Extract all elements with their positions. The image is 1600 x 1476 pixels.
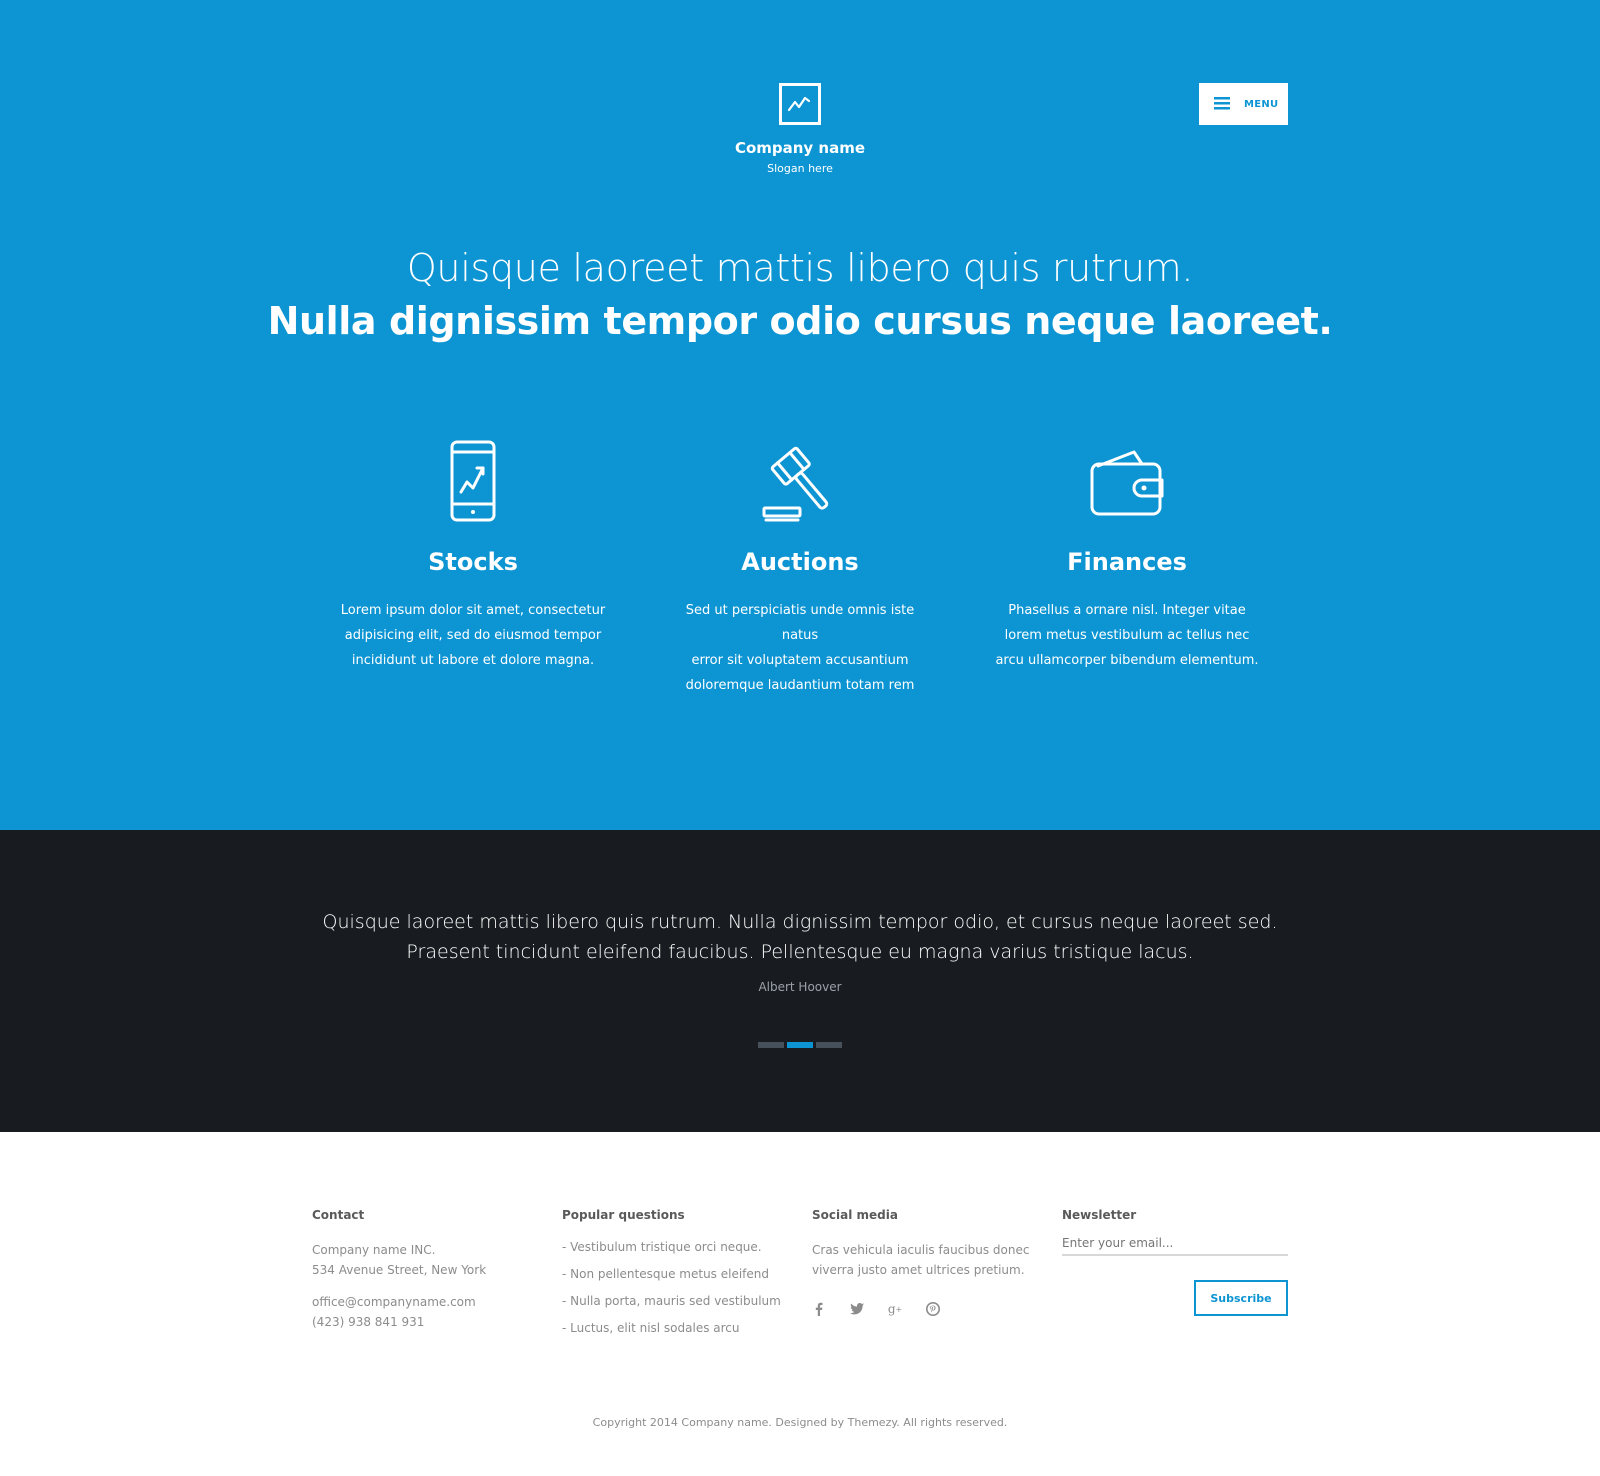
feature-line: Sed ut perspiciatis unde omnis iste natu…	[685, 603, 915, 643]
question-link[interactable]: - Non pellentesque metus eleifend	[562, 1261, 781, 1288]
twitter-icon[interactable]	[850, 1302, 864, 1316]
feature-line: arcu ullamcorper bibendum elementum.	[995, 653, 1259, 668]
contact-address: 534 Avenue Street, New York	[312, 1263, 487, 1277]
question-link[interactable]: - Nulla porta, mauris sed vestibulum	[562, 1288, 781, 1315]
testimonial-line: Praesent tincidunt eleifend faucibus. Pe…	[406, 941, 1194, 963]
slider-pagination	[758, 1042, 842, 1048]
footer-contact: Contact Company name INC. 534 Avenue Str…	[312, 1208, 486, 1332]
slider-dot-3[interactable]	[816, 1042, 842, 1048]
footer-heading: Newsletter	[1062, 1208, 1137, 1222]
hamburger-icon	[1214, 95, 1230, 114]
company-name: Company name	[734, 139, 866, 157]
subscribe-button[interactable]: Subscribe	[1194, 1280, 1288, 1316]
footer-heading: Social media	[812, 1208, 898, 1222]
feature-title: Stocks	[428, 548, 518, 576]
pinterest-icon[interactable]	[926, 1302, 940, 1316]
feature-line: incididunt ut labore et dolore magna.	[351, 653, 595, 668]
footer-heading: Popular questions	[562, 1208, 685, 1222]
slogan: Slogan here	[767, 162, 833, 175]
chart-line-icon[interactable]	[779, 83, 821, 125]
hero-headline-light: Quisque laoreet mattis libero quis rutru…	[406, 246, 1194, 290]
slider-dot-2[interactable]	[787, 1042, 813, 1048]
social-text: Cras vehicula iaculis faucibus donec	[812, 1243, 1030, 1257]
feature-line: lorem metus vestibulum ac tellus nec	[1004, 628, 1250, 643]
feature-description: Lorem ipsum dolor sit amet, consectetur …	[333, 598, 613, 673]
google-plus-icon[interactable]: g +	[888, 1302, 902, 1316]
email-field[interactable]	[1062, 1236, 1288, 1256]
question-link[interactable]: - Luctus, elit nisl sodales arcu	[562, 1315, 781, 1342]
question-link[interactable]: - Vestibulum tristique orci neque.	[562, 1234, 781, 1261]
testimonial-author: Albert Hoover	[758, 980, 842, 994]
footer-questions: Popular questions - Vestibulum tristique…	[562, 1208, 781, 1342]
copyright: Copyright 2014 Company name. Designed by…	[592, 1416, 1008, 1429]
hero-headline-bold: Nulla dignissim tempor odio cursus neque…	[267, 299, 1333, 343]
contact-company: Company name INC.	[312, 1243, 436, 1257]
wallet-icon	[987, 440, 1267, 530]
feature-auctions: Auctions Sed ut perspiciatis unde omnis …	[660, 440, 940, 698]
slider-dot-1[interactable]	[758, 1042, 784, 1048]
feature-description: Sed ut perspiciatis unde omnis iste natu…	[660, 598, 940, 698]
social-text: viverra justo amet ultrices pretium.	[812, 1263, 1025, 1277]
feature-title: Auctions	[741, 548, 859, 576]
feature-stocks: Stocks Lorem ipsum dolor sit amet, conse…	[333, 440, 613, 673]
feature-finances: Finances Phasellus a ornare nisl. Intege…	[987, 440, 1267, 673]
testimonial-text: Quisque laoreet mattis libero quis rutru…	[0, 907, 1600, 967]
gavel-icon	[660, 440, 940, 530]
contact-email[interactable]: office@companyname.com	[312, 1292, 486, 1312]
facebook-icon[interactable]	[812, 1302, 826, 1316]
testimonial-line: Quisque laoreet mattis libero quis rutru…	[322, 911, 1278, 933]
feature-title: Finances	[1067, 548, 1187, 576]
hero-section: Company name Slogan here MENU Quisque la…	[0, 0, 1600, 830]
footer-social: Social media Cras vehicula iaculis fauci…	[812, 1208, 1029, 1316]
social-icons: g +	[812, 1302, 1029, 1316]
feature-line: error sit voluptatem accusantium	[691, 653, 909, 668]
footer-newsletter: Newsletter	[1062, 1208, 1288, 1256]
menu-label: MENU	[1244, 98, 1279, 110]
testimonial-section: Quisque laoreet mattis libero quis rutru…	[0, 830, 1600, 1132]
footer-heading: Contact	[312, 1208, 365, 1222]
feature-description: Phasellus a ornare nisl. Integer vitae l…	[987, 598, 1267, 673]
smartphone-chart-icon	[333, 440, 613, 530]
contact-phone: (423) 938 841 931	[312, 1315, 425, 1329]
footer: Contact Company name INC. 534 Avenue Str…	[0, 1132, 1600, 1476]
feature-line: Phasellus a ornare nisl. Integer vitae	[1008, 603, 1246, 618]
feature-line: doloremque laudantium totam rem	[685, 678, 915, 693]
feature-line: adipisicing elit, sed do eiusmod tempor	[344, 628, 602, 643]
menu-button[interactable]: MENU	[1199, 83, 1288, 125]
feature-line: Lorem ipsum dolor sit amet, consectetur	[340, 603, 606, 618]
